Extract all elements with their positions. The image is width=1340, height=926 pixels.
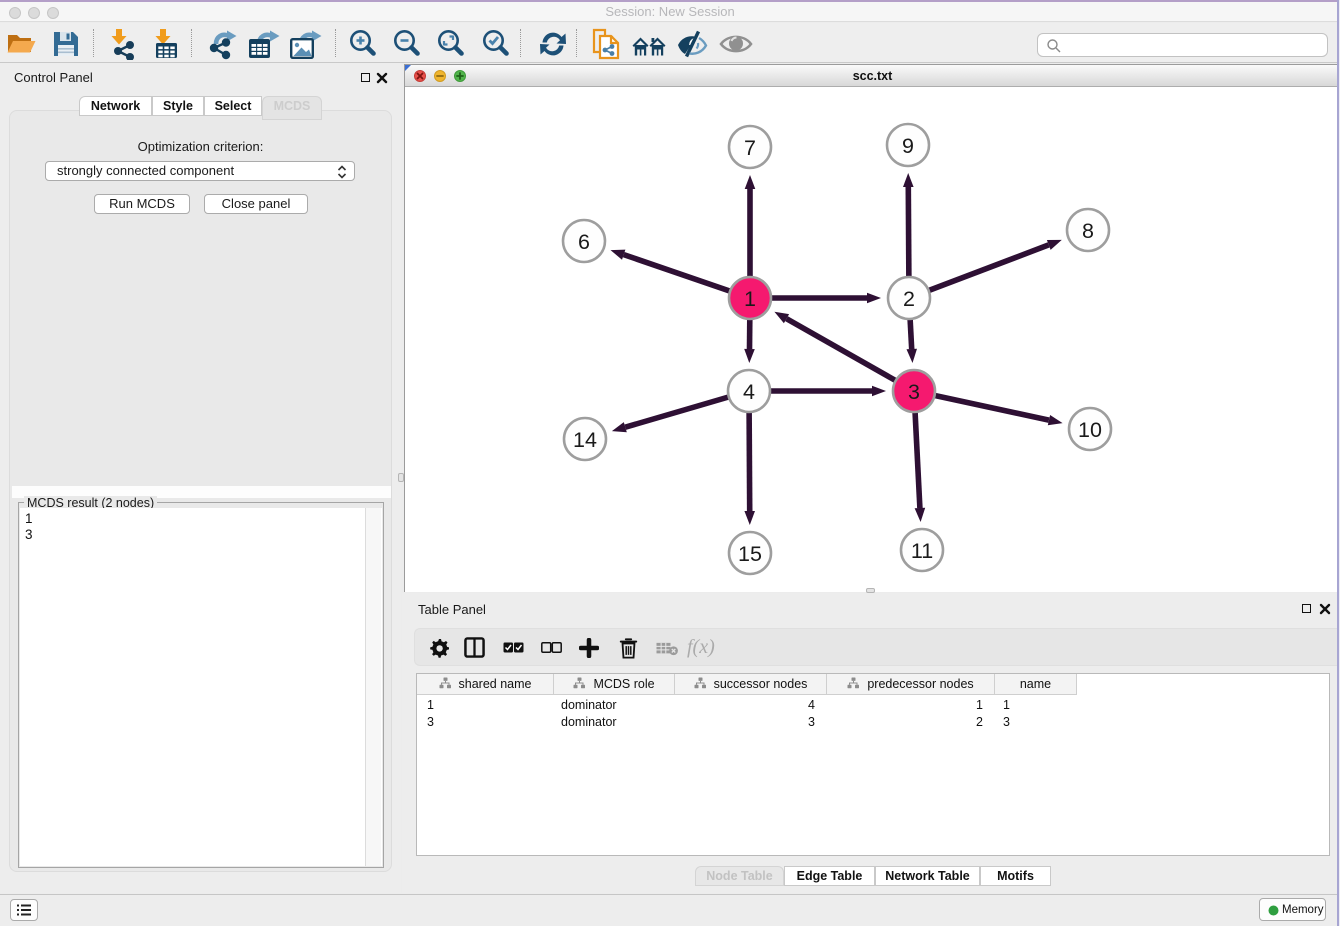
svg-text:7: 7 [744, 136, 756, 160]
svg-text:10: 10 [1078, 418, 1102, 442]
svg-text:4: 4 [743, 380, 755, 404]
svg-text:2: 2 [903, 287, 915, 311]
svg-text:1: 1 [744, 287, 756, 311]
svg-text:11: 11 [911, 539, 933, 563]
svg-text:8: 8 [1082, 219, 1094, 243]
svg-text:6: 6 [578, 230, 590, 254]
svg-text:3: 3 [908, 380, 920, 404]
svg-text:15: 15 [738, 542, 762, 566]
svg-text:14: 14 [573, 428, 597, 452]
svg-text:9: 9 [902, 134, 914, 158]
